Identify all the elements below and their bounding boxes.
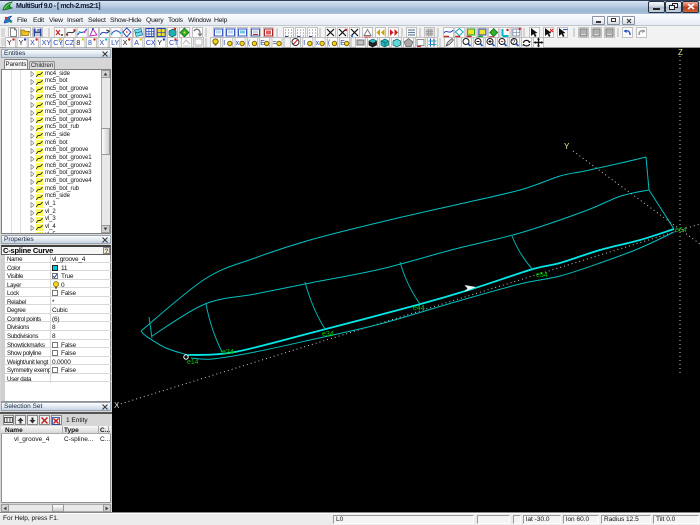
svg-text:Z: Z [678,48,683,57]
svg-text:X: X [100,40,105,47]
svg-text:e64: e64 [675,227,687,234]
svg-text:CT: CT [169,40,179,47]
svg-text:Y: Y [564,142,570,151]
svg-text:e14: e14 [187,359,199,366]
svg-text:X: X [123,40,128,47]
svg-text:e34: e34 [322,331,334,338]
svg-text:Y: Y [7,40,12,47]
svg-text:CZ: CZ [65,40,75,47]
svg-text:I: I [223,40,225,47]
svg-text:e54: e54 [536,272,548,279]
svg-text:=: = [273,40,277,47]
svg-text:XY: XY [42,40,52,47]
svg-text:8: 8 [76,40,80,47]
svg-text:Y: Y [157,40,162,47]
svg-text:X: X [30,40,35,47]
svg-text:X: X [114,401,120,410]
svg-text:8: 8 [88,40,92,47]
svg-text:I: I [303,40,305,47]
svg-text:LY: LY [111,40,119,47]
svg-text:CY: CY [53,40,63,47]
svg-text:x: x [316,40,320,47]
svg-text:e24: e24 [222,349,234,356]
svg-text:Y: Y [19,40,24,47]
svg-text:A: A [134,40,139,47]
svg-text:CX: CX [146,40,156,47]
svg-text:e44: e44 [413,305,425,312]
svg-text:x: x [236,40,240,47]
